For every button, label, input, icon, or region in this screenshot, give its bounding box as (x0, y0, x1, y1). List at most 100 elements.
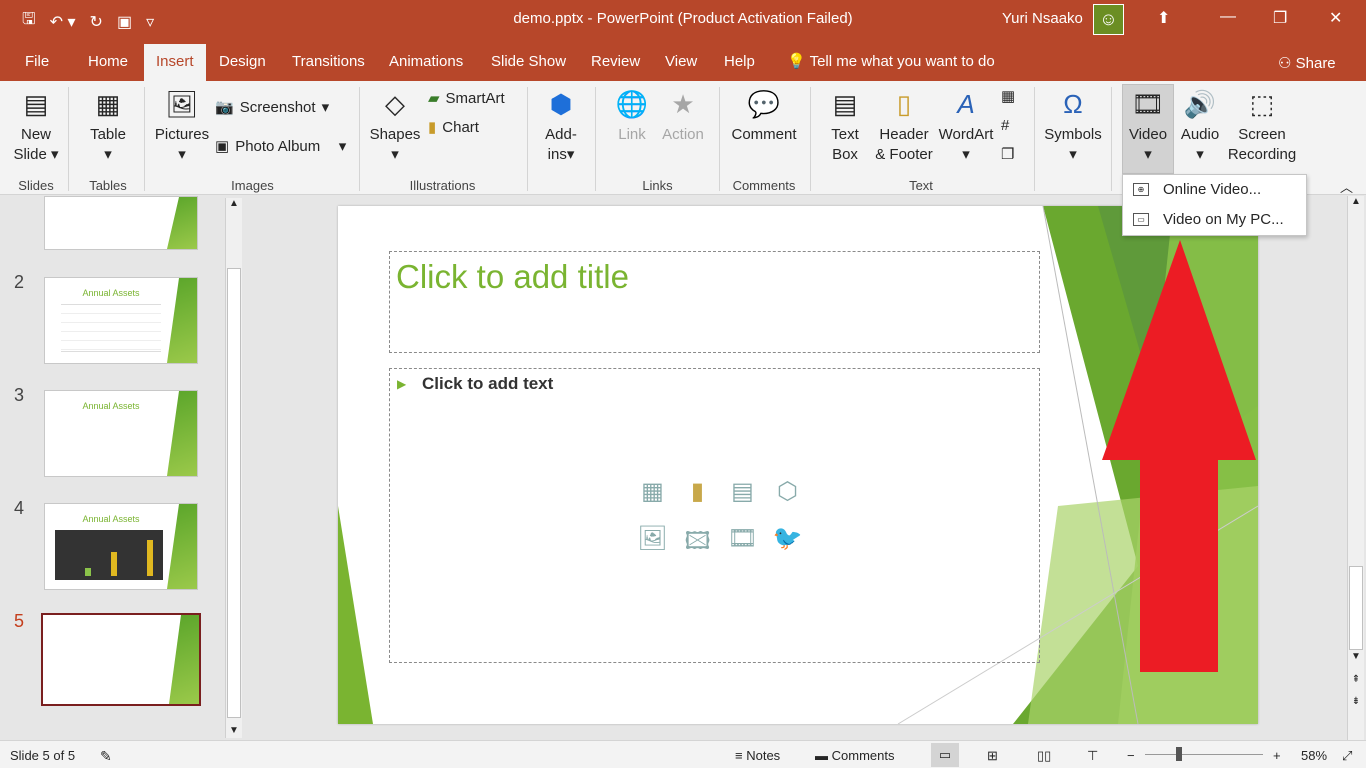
insert-video-icon[interactable]: 🎞 (720, 524, 765, 565)
table-button[interactable]: ▦ Table ▾ (82, 87, 134, 165)
slide-thumbnail-4[interactable]: Annual Assets (44, 503, 198, 590)
tab-animations[interactable]: Animations (389, 53, 463, 70)
slide-sorter-button[interactable]: ⊞ (987, 748, 998, 764)
slideshow-view-button[interactable]: ⊤ (1087, 748, 1098, 764)
new-slide-button[interactable]: ▤ New Slide ▾ (10, 87, 62, 165)
tab-file[interactable]: File (25, 53, 49, 70)
normal-view-button[interactable]: ▭ (931, 743, 959, 767)
smartart-label: SmartArt (445, 89, 505, 107)
user-name[interactable]: Yuri Nsaako (1002, 10, 1083, 27)
scroll-up-icon[interactable]: ▲ (226, 198, 242, 209)
text-box-label-2: Box (832, 146, 858, 163)
slide-thumbnail-3[interactable]: Annual Assets (44, 390, 198, 477)
text-box-button[interactable]: ▤ Text Box (822, 87, 868, 165)
audio-button[interactable]: 🔊 Audio ▾ (1176, 87, 1224, 165)
addins-label-1: Add- (545, 126, 577, 143)
video-on-my-pc-item[interactable]: ▭ Video on My PC... (1123, 206, 1306, 234)
chart-button[interactable]: ▮ Chart (428, 118, 479, 137)
addins-button[interactable]: ⬢ Add- ins▾ (538, 87, 584, 165)
shapes-button[interactable]: ◇ Shapes ▾ (368, 87, 422, 165)
comments-icon: ▬ (815, 748, 828, 763)
insert-picture-icon[interactable]: 🖼 (630, 524, 675, 565)
wordart-label: WordArt (938, 126, 994, 143)
comment-button[interactable]: 💬 Comment (728, 87, 800, 145)
divider (359, 87, 360, 191)
scroll-down-icon[interactable]: ▼ (1348, 651, 1364, 662)
insert-icon-icon[interactable]: 🐦 (765, 524, 810, 565)
smartart-button[interactable]: ▰ SmartArt (428, 89, 505, 108)
share-button[interactable]: ⚇ Share (1278, 54, 1336, 72)
photo-album-button[interactable]: ▣ Photo Album ▾ (215, 137, 346, 156)
thumbnail-scrollbar[interactable]: ▲ ▼ (225, 198, 242, 738)
tab-transitions[interactable]: Transitions (292, 53, 365, 70)
tell-me-search[interactable]: 💡 Tell me what you want to do (787, 52, 995, 70)
tab-help[interactable]: Help (724, 53, 755, 70)
content-placeholder[interactable]: ▶ Click to add text ▦ ▮ ▤ ⬡ 🖼 🖾 🎞 🐦 (389, 368, 1040, 663)
tab-slide-show[interactable]: Slide Show (491, 53, 566, 70)
wordart-button[interactable]: A WordArt ▾ (938, 87, 994, 165)
divider (527, 87, 528, 191)
screen-recording-button[interactable]: ⬚ Screen Recording (1226, 87, 1298, 165)
scroll-up-icon[interactable]: ▲ (1348, 196, 1364, 207)
link-button[interactable]: 🌐 Link (610, 87, 654, 145)
slide-thumbnail-5[interactable] (41, 613, 201, 706)
tab-review[interactable]: Review (591, 53, 640, 70)
fit-to-window-icon[interactable]: ⤢ (1342, 748, 1352, 764)
pictures-button[interactable]: 🖼 Pictures ▾ (152, 87, 212, 165)
tab-insert[interactable]: Insert (144, 44, 206, 81)
tab-design[interactable]: Design (219, 53, 266, 70)
scroll-thumb[interactable] (227, 268, 241, 718)
insert-3d-model-icon[interactable]: ⬡ (765, 477, 810, 506)
status-bar: Slide 5 of 5 ✎ ≡ Notes ▬ Comments ▭ ⊞ ▯▯… (0, 740, 1366, 768)
screenshot-button[interactable]: 📷 Screenshot ▾ (215, 98, 329, 117)
symbols-button[interactable]: Ω Symbols ▾ (1042, 87, 1104, 165)
previous-slide-icon[interactable]: ⇞ (1348, 674, 1364, 685)
slide-number-icon[interactable]: # (1001, 117, 1009, 134)
action-label: Action (662, 126, 704, 143)
tell-me-label: Tell me what you want to do (809, 53, 995, 70)
restore-icon[interactable]: ❐ (1273, 8, 1287, 28)
zoom-slider-thumb[interactable] (1176, 747, 1182, 761)
pictures-label: Pictures (154, 126, 210, 143)
text-box-icon: ▤ (832, 89, 858, 119)
comments-button[interactable]: ▬ Comments (815, 748, 894, 763)
slide-thumbnail-1[interactable] (44, 196, 198, 250)
zoom-out-button[interactable]: − (1127, 748, 1135, 763)
tab-home[interactable]: Home (88, 53, 128, 70)
reading-view-button[interactable]: ▯▯ (1037, 748, 1051, 764)
group-label-slides: Slides (18, 178, 54, 193)
picture-icon: 🖼 (165, 89, 199, 119)
action-button[interactable]: ★ Action (658, 87, 708, 145)
divider (595, 87, 596, 191)
zoom-in-button[interactable]: + (1273, 748, 1281, 763)
next-slide-icon[interactable]: ⇟ (1348, 696, 1364, 707)
header-footer-button[interactable]: ▯ Header & Footer (872, 87, 936, 165)
smartart-icon: ▰ (428, 90, 440, 107)
zoom-slider[interactable] (1145, 754, 1263, 755)
insert-online-picture-icon[interactable]: 🖾 (675, 524, 720, 565)
collapse-ribbon-icon[interactable]: ︿ (1340, 177, 1353, 196)
new-slide-icon: ▤ (23, 89, 49, 119)
notes-button[interactable]: ≡ Notes (735, 748, 780, 763)
scroll-down-icon[interactable]: ▼ (226, 725, 242, 736)
avatar[interactable]: ☺ (1093, 4, 1124, 35)
date-time-icon[interactable]: ▦ (1001, 87, 1015, 105)
spelling-check-icon[interactable]: ✎ (100, 748, 112, 765)
title-placeholder[interactable]: Click to add title (389, 251, 1040, 353)
insert-smartart-icon[interactable]: ▤ (720, 477, 765, 506)
tab-view[interactable]: View (665, 53, 697, 70)
slide-scrollbar[interactable]: ▲ ▼ ⇞ ⇟ (1347, 196, 1364, 740)
video-button[interactable]: 🎞 Video ▾ (1122, 87, 1174, 165)
insert-chart-icon[interactable]: ▮ (675, 477, 720, 506)
object-icon[interactable]: ❐ (1001, 145, 1014, 163)
scroll-thumb[interactable] (1349, 566, 1363, 650)
slide-thumbnail-2[interactable]: Annual Assets (44, 277, 198, 364)
red-arrow-shape (1102, 240, 1256, 672)
ribbon-display-icon[interactable]: ⬆ (1157, 8, 1170, 28)
zoom-level[interactable]: 58% (1301, 748, 1327, 763)
thumb-bar (85, 568, 91, 576)
minimize-icon[interactable]: — (1220, 8, 1236, 26)
online-video-item[interactable]: ⊕ Online Video... (1123, 176, 1306, 204)
close-icon[interactable]: ✕ (1329, 8, 1342, 28)
insert-table-icon[interactable]: ▦ (630, 477, 675, 506)
